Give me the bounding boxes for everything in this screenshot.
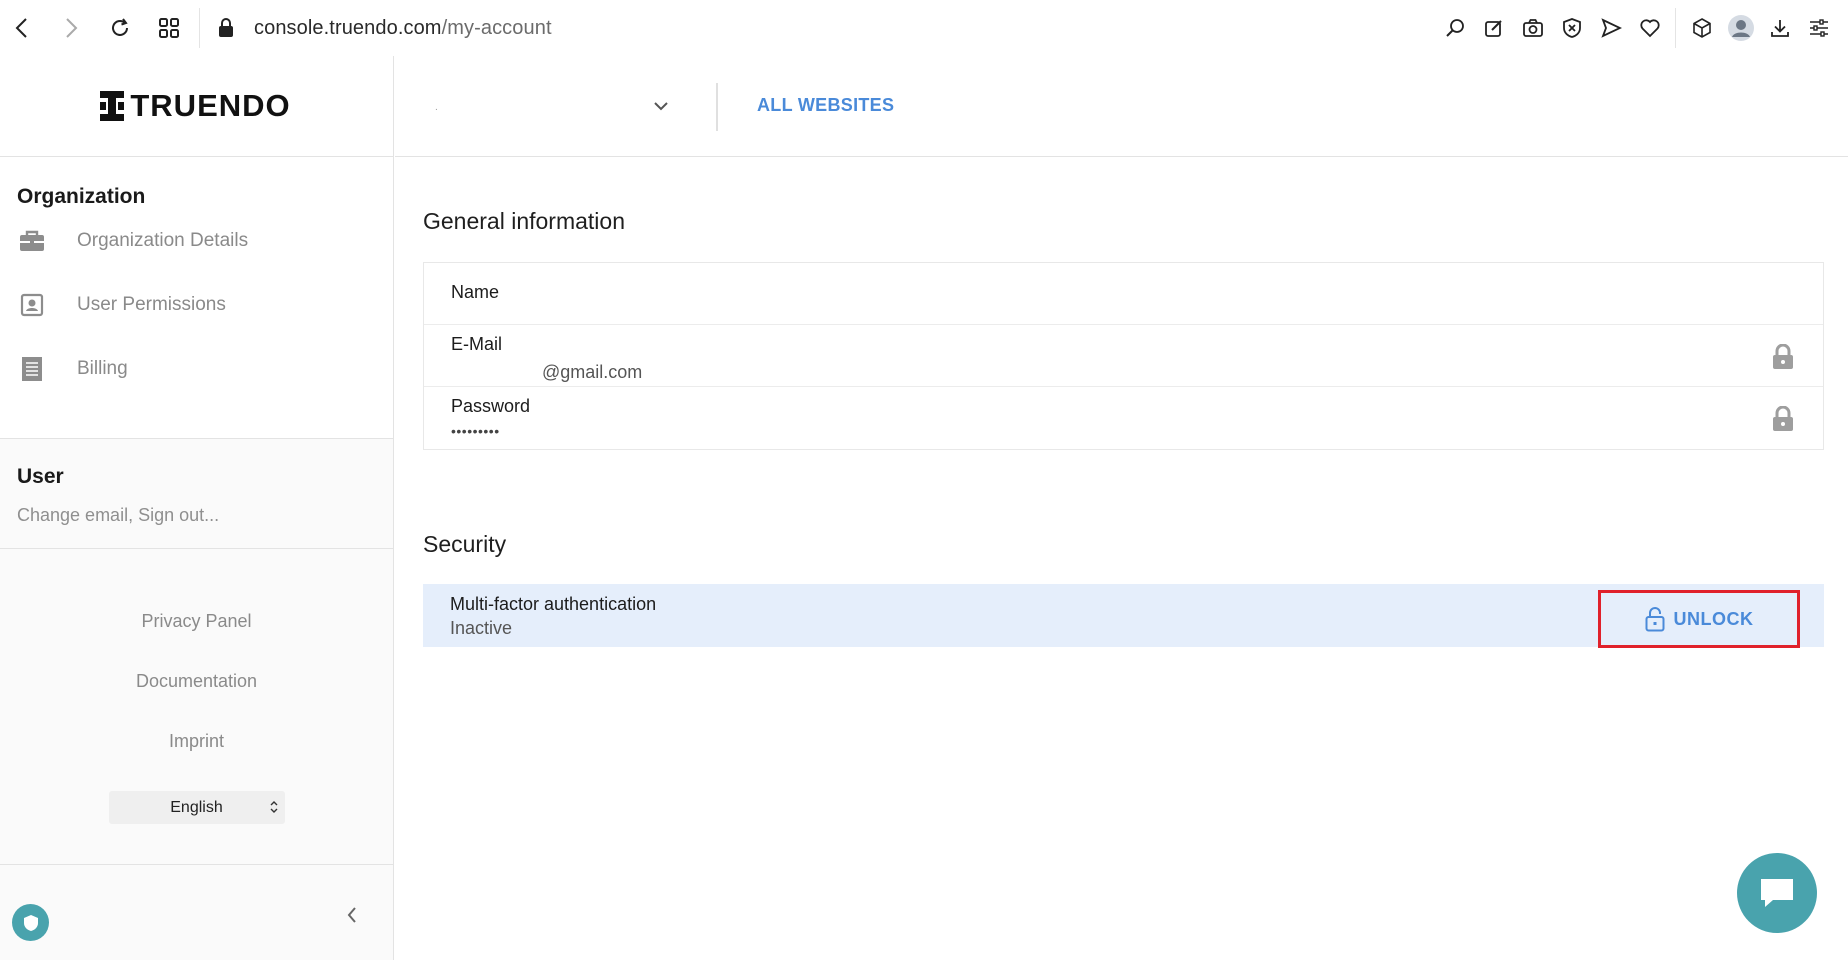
sidebar-item-label: Billing [77, 358, 128, 379]
sidebar-item-user-permissions[interactable]: User Permissions [17, 273, 393, 337]
general-information-title: General information [423, 208, 625, 234]
forward-icon[interactable] [51, 8, 91, 48]
lock-icon [1772, 344, 1794, 370]
address-divider [199, 8, 200, 48]
imprint-link[interactable]: Imprint [0, 731, 393, 791]
password-label: Password [451, 396, 531, 416]
camera-icon[interactable] [1513, 8, 1552, 48]
select-carets-icon [269, 799, 279, 815]
extensions-divider [1675, 8, 1676, 48]
user-subtitle: Change email, Sign out... [17, 505, 220, 525]
download-icon[interactable] [1760, 8, 1799, 48]
all-websites-link[interactable]: ALL WEBSITES [757, 95, 894, 116]
sidebar-item-label: Organization Details [77, 230, 249, 251]
collapse-sidebar-icon[interactable] [340, 903, 364, 927]
profile-icon[interactable] [1721, 8, 1760, 48]
unlock-button[interactable]: UNLOCK [1598, 590, 1800, 648]
settings-icon[interactable] [1799, 8, 1838, 48]
address-bar[interactable]: console.truendo.com/my-account [218, 17, 552, 40]
edit-icon[interactable] [1474, 8, 1513, 48]
documentation-link[interactable]: Documentation [0, 671, 393, 731]
receipt-icon [17, 356, 47, 382]
heart-icon[interactable] [1630, 8, 1669, 48]
mfa-status: Inactive [450, 618, 513, 638]
password-row[interactable]: Password ••••••••• [424, 387, 1823, 449]
user-title: User [17, 465, 64, 488]
name-row[interactable]: Name [424, 263, 1823, 325]
password-value: ••••••••• [451, 423, 500, 439]
unlock-label: UNLOCK [1673, 608, 1754, 629]
speed-dial-icon[interactable] [149, 8, 189, 48]
reload-icon[interactable] [100, 8, 140, 48]
browser-nav [2, 8, 189, 48]
chevron-down-icon [653, 98, 669, 114]
security-title: Security [423, 531, 507, 557]
truendo-logo-icon [100, 91, 125, 121]
briefcase-icon [17, 229, 47, 253]
sidebar-item-label: User Permissions [77, 294, 226, 315]
chat-icon[interactable] [1737, 853, 1817, 933]
user-box-icon [17, 293, 47, 317]
send-icon[interactable] [1591, 8, 1630, 48]
language-value: English [170, 798, 223, 816]
unlock-icon [1645, 606, 1665, 632]
sidebar-item-billing[interactable]: Billing [17, 337, 393, 401]
truendo-logo[interactable]: TRUENDO [100, 88, 290, 124]
shield-icon[interactable] [12, 904, 49, 941]
logo-text: TRUENDO [130, 88, 291, 123]
email-label: E-Mail [451, 334, 503, 354]
website-select[interactable]: . [435, 82, 675, 132]
email-value: @gmail.com [542, 362, 643, 382]
mfa-label: Multi-factor authentication [450, 594, 657, 614]
name-label: Name [451, 282, 500, 302]
organization-title: Organization [17, 185, 146, 208]
browser-toolbar: console.truendo.com/my-account [0, 0, 1848, 56]
lock-icon [218, 18, 234, 38]
privacy-panel-link[interactable]: Privacy Panel [0, 611, 393, 671]
user-section[interactable]: User Change email, Sign out... [0, 439, 393, 549]
website-select-value: . [435, 101, 438, 113]
email-row[interactable]: E-Mail @gmail.com [424, 325, 1823, 387]
logo-area: TRUENDO [0, 56, 393, 157]
browser-extensions [1435, 8, 1838, 48]
top-header: . ALL WEBSITES [395, 56, 1848, 157]
language-select[interactable]: English [108, 791, 285, 824]
general-information-card: Name E-Mail @gmail.com Password ••••••••… [423, 262, 1824, 450]
sidebar-footer: Privacy Panel Documentation Imprint Engl… [0, 549, 393, 865]
sidebar-item-organization-details[interactable]: Organization Details [17, 209, 393, 273]
sidebar: TRUENDO Organization Organization Detail… [0, 56, 394, 960]
organization-section: Organization Organization Details User P… [0, 157, 393, 439]
header-divider [716, 83, 718, 131]
shield-x-icon[interactable] [1552, 8, 1591, 48]
mfa-row: Multi-factor authentication Inactive UNL… [423, 584, 1824, 648]
back-icon[interactable] [2, 8, 42, 48]
url-text[interactable]: console.truendo.com/my-account [254, 17, 552, 40]
cube-icon[interactable] [1682, 8, 1721, 48]
sidebar-bottom [0, 865, 393, 960]
search-icon[interactable] [1435, 8, 1474, 48]
lock-icon [1772, 406, 1794, 432]
